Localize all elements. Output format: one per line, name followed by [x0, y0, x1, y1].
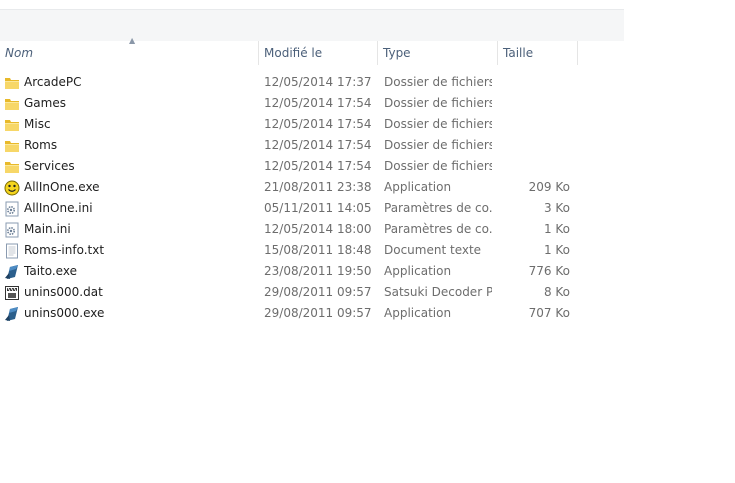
file-type: Dossier de fichiers [384, 138, 492, 152]
folder-icon [4, 96, 20, 112]
file-size: 707 Ko [528, 306, 570, 320]
installer-app-icon [4, 306, 20, 322]
file-name-cell: Taito.exe [4, 261, 254, 282]
file-modified: 15/08/2011 18:48 [264, 243, 372, 257]
media-file-icon [4, 285, 20, 301]
toolbar-strip [0, 9, 624, 41]
file-row[interactable]: ArcadePC 12/05/2014 17:37 Dossier de fichi… [0, 72, 624, 93]
file-type: Dossier de fichiers [384, 75, 492, 89]
file-row[interactable]: AllInOne.exe 21/08/2011 23:38 Application 2… [0, 177, 624, 198]
file-name-cell: Roms-info.txt [4, 240, 254, 261]
file-size [500, 114, 570, 135]
file-name: AllInOne.exe [24, 180, 100, 194]
file-name: unins000.dat [24, 285, 103, 299]
folder-icon [4, 75, 20, 91]
file-list: ArcadePC 12/05/2014 17:37 Dossier de fichi… [0, 72, 624, 324]
file-type: Dossier de fichiers [384, 96, 492, 110]
file-name: Misc [24, 117, 51, 131]
file-type: Satsuki Decoder P... [384, 285, 492, 299]
file-modified: 12/05/2014 17:54 [264, 96, 372, 110]
file-row[interactable]: Misc 12/05/2014 17:54 Dossier de fichiers [0, 114, 624, 135]
file-name: Roms-info.txt [24, 243, 105, 257]
file-size: 776 Ko [528, 264, 570, 278]
file-name-cell: ArcadePC [4, 72, 254, 93]
text-file-icon [4, 243, 20, 259]
folder-icon [4, 117, 20, 133]
file-size: 1 Ko [543, 222, 570, 236]
file-name: Taito.exe [24, 264, 77, 278]
file-size [500, 135, 570, 156]
file-type: Application [384, 264, 452, 278]
file-size: 209 Ko [528, 180, 570, 194]
file-row[interactable]: unins000.exe 29/08/2011 09:57 Application 7… [0, 303, 624, 324]
smiley-app-icon [4, 180, 20, 196]
file-row[interactable]: Taito.exe 23/08/2011 19:50 Application 776 … [0, 261, 624, 282]
installer-app-icon [4, 264, 20, 280]
file-modified: 21/08/2011 23:38 [264, 180, 372, 194]
file-size: 3 Ko [543, 201, 570, 215]
file-name-cell: Services [4, 156, 254, 177]
settings-file-icon [4, 201, 20, 217]
file-modified: 05/11/2011 14:05 [264, 201, 372, 215]
column-header-name[interactable]: ▲ Nom [0, 37, 259, 65]
file-type: Application [384, 306, 452, 320]
file-row[interactable]: unins000.dat 29/08/2011 09:57 Satsuki Deco… [0, 282, 624, 303]
file-modified: 29/08/2011 09:57 [264, 285, 372, 299]
file-modified: 12/05/2014 17:37 [264, 75, 372, 89]
file-modified: 12/05/2014 17:54 [264, 159, 372, 173]
file-size [500, 93, 570, 114]
file-name-cell: unins000.exe [4, 303, 254, 324]
file-name: ArcadePC [24, 75, 82, 89]
file-size [500, 156, 570, 177]
column-header-size[interactable]: Taille [498, 41, 578, 65]
file-size [500, 72, 570, 93]
file-name: Games [24, 96, 66, 110]
column-header-row: ▲ Nom Modifié le Type Taille [0, 37, 624, 65]
file-name: unins000.exe [24, 306, 105, 320]
sort-ascending-icon: ▲ [129, 36, 136, 45]
file-modified: 12/05/2014 17:54 [264, 138, 372, 152]
file-row[interactable]: AllInOne.ini 05/11/2011 14:05 Paramètres d… [0, 198, 624, 219]
file-size: 8 Ko [543, 285, 570, 299]
file-name-cell: Roms [4, 135, 254, 156]
file-type: Document texte [384, 243, 482, 257]
file-name: AllInOne.ini [24, 201, 93, 215]
file-row[interactable]: Services 12/05/2014 17:54 Dossier de fichi… [0, 156, 624, 177]
file-name-cell: Main.ini [4, 219, 254, 240]
column-header-modified[interactable]: Modifié le [259, 41, 378, 65]
file-type: Paramètres de co... [384, 201, 492, 215]
file-type: Dossier de fichiers [384, 117, 492, 131]
file-size: 1 Ko [543, 243, 570, 257]
settings-file-icon [4, 222, 20, 238]
file-modified: 23/08/2011 19:50 [264, 264, 372, 278]
file-modified: 29/08/2011 09:57 [264, 306, 372, 320]
file-name-cell: AllInOne.exe [4, 177, 254, 198]
file-modified: 12/05/2014 17:54 [264, 117, 372, 131]
file-explorer: ▲ Nom Modifié le Type Taille ArcadePC 12/… [0, 0, 624, 330]
file-name: Roms [24, 138, 58, 152]
folder-icon [4, 159, 20, 175]
file-name-cell: unins000.dat [4, 282, 254, 303]
file-name-cell: Games [4, 93, 254, 114]
file-name: Main.ini [24, 222, 71, 236]
file-type: Application [384, 180, 452, 194]
file-name-cell: AllInOne.ini [4, 198, 254, 219]
file-name: Services [24, 159, 75, 173]
file-name-cell: Misc [4, 114, 254, 135]
file-row[interactable]: Roms-info.txt 15/08/2011 18:48 Document te… [0, 240, 624, 261]
column-header-type[interactable]: Type [378, 41, 498, 65]
file-row[interactable]: Games 12/05/2014 17:54 Dossier de fichiers [0, 93, 624, 114]
file-row[interactable]: Main.ini 12/05/2014 18:00 Paramètres de co… [0, 219, 624, 240]
file-modified: 12/05/2014 18:00 [264, 222, 372, 236]
file-row[interactable]: Roms 12/05/2014 17:54 Dossier de fichiers [0, 135, 624, 156]
file-type: Paramètres de co... [384, 222, 492, 236]
file-type: Dossier de fichiers [384, 159, 492, 173]
folder-icon [4, 138, 20, 154]
